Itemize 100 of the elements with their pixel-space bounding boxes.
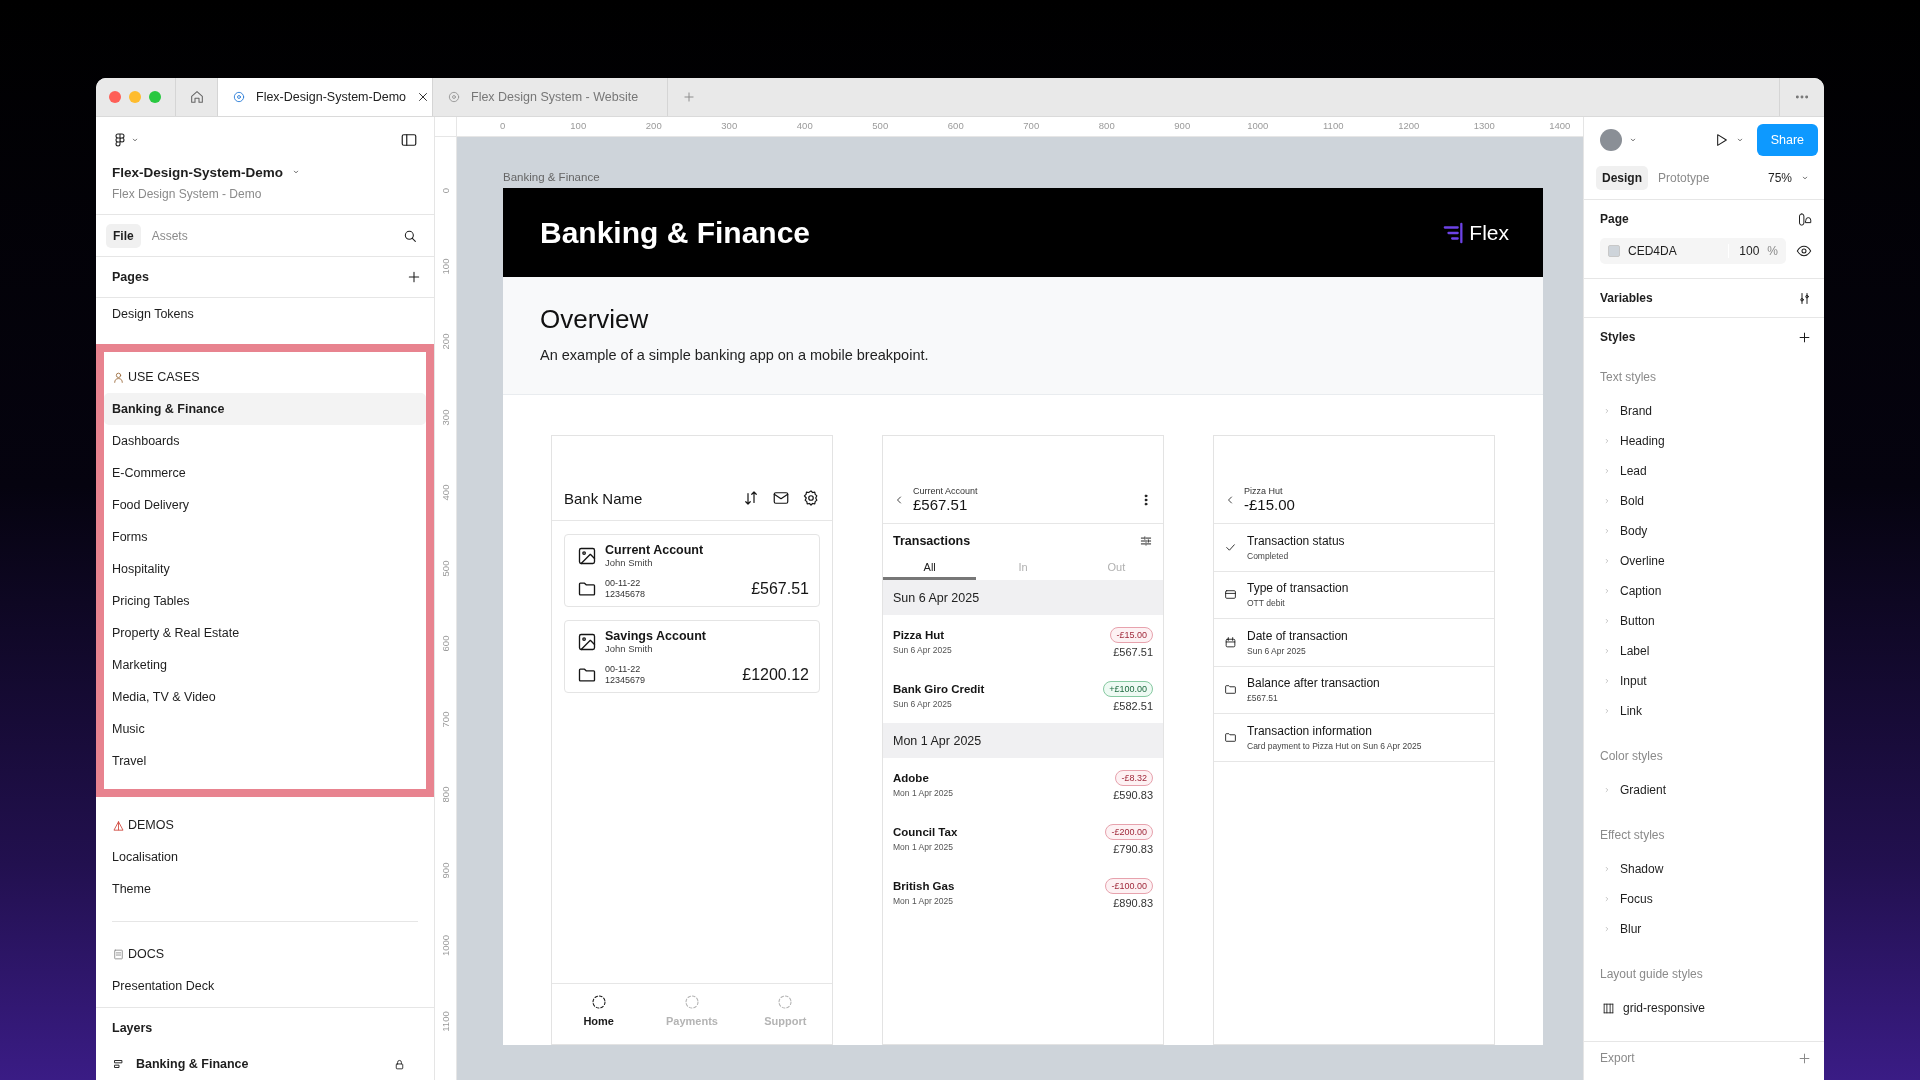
ruler-number: 1000 bbox=[440, 935, 451, 957]
add-style-icon[interactable] bbox=[1797, 329, 1812, 345]
layer-name[interactable]: Banking & Finance bbox=[136, 1057, 383, 1071]
section-heading: DEMOS bbox=[128, 818, 174, 832]
ruler-number: 600 bbox=[946, 119, 965, 133]
style-item[interactable]: Caption bbox=[1600, 576, 1812, 606]
section-title: Styles bbox=[1600, 330, 1636, 344]
ruler-number: 500 bbox=[440, 560, 451, 577]
detail-title: Balance after transaction bbox=[1247, 676, 1380, 691]
transaction-date: Mon 1 Apr 2025 bbox=[893, 788, 953, 798]
style-item[interactable]: Brand bbox=[1600, 396, 1812, 426]
detail-title: Transaction status bbox=[1247, 533, 1345, 548]
ruler-number: 700 bbox=[1022, 119, 1041, 133]
ruler-number: 400 bbox=[440, 484, 451, 501]
detail-title: Type of transaction bbox=[1247, 581, 1349, 596]
overview-title: Overview bbox=[540, 304, 650, 335]
page-item[interactable]: Design Tokens bbox=[104, 298, 426, 330]
style-item[interactable]: Shadow bbox=[1600, 854, 1812, 884]
page-item[interactable]: Media, TV & Video bbox=[104, 681, 426, 713]
account-card[interactable]: Savings Account John Smith 00-11-22 12345679 £1200.12 bbox=[564, 620, 820, 693]
style-item[interactable]: Heading bbox=[1600, 426, 1812, 456]
add-page-icon[interactable] bbox=[406, 269, 422, 285]
avatar[interactable] bbox=[1600, 129, 1622, 151]
browser-tab[interactable]: Flex-Design-System-Demo bbox=[218, 78, 433, 116]
style-item[interactable]: Input bbox=[1600, 666, 1812, 696]
swap-arrows-icon[interactable] bbox=[742, 489, 760, 507]
dashed-circle-icon bbox=[684, 994, 700, 1010]
page-item[interactable]: Travel bbox=[104, 745, 426, 777]
sliders-icon[interactable] bbox=[1797, 290, 1812, 306]
page-item[interactable]: Property & Real Estate bbox=[104, 617, 426, 649]
main-menu-button[interactable] bbox=[112, 132, 140, 148]
inspector-tab[interactable]: Prototype bbox=[1652, 166, 1716, 190]
detail-value: Completed bbox=[1247, 550, 1290, 561]
account-balance: £567.51 bbox=[751, 580, 809, 598]
visibility-icon[interactable] bbox=[1796, 243, 1812, 259]
filter-icon[interactable] bbox=[1139, 533, 1153, 548]
ruler-number: 1000 bbox=[1246, 119, 1270, 133]
style-item[interactable]: grid-responsive bbox=[1600, 993, 1812, 1023]
page-item[interactable]: Dashboards bbox=[104, 425, 426, 457]
page-item[interactable]: Banking & Finance bbox=[104, 393, 426, 425]
detail-value: Card payment to Pizza Hut on Sun 6 Apr 2025 bbox=[1247, 740, 1422, 751]
inspector-tab[interactable]: Design bbox=[1596, 166, 1648, 190]
ruler-number: 400 bbox=[795, 119, 814, 133]
shapes-icon[interactable] bbox=[1797, 211, 1812, 227]
color-field[interactable]: CED4DA 100 % bbox=[1600, 238, 1786, 264]
panel-tab[interactable]: Assets bbox=[144, 223, 195, 248]
person-icon bbox=[112, 370, 125, 384]
page-item[interactable]: Forms bbox=[104, 521, 426, 553]
ruler-number: 1200 bbox=[1397, 119, 1421, 133]
amount-badge: -£15.00 bbox=[1110, 626, 1153, 643]
ruler-number: 600 bbox=[440, 635, 451, 652]
browser-tab[interactable]: Flex Design System - Website bbox=[433, 78, 668, 116]
style-item[interactable]: Link bbox=[1600, 696, 1812, 726]
lock-icon[interactable] bbox=[393, 1057, 406, 1071]
nav-tab[interactable]: Home bbox=[552, 984, 646, 1044]
add-export-icon[interactable] bbox=[1797, 1050, 1812, 1066]
frame-label[interactable]: Banking & Finance bbox=[503, 171, 1583, 183]
frame-icon bbox=[112, 1057, 126, 1071]
ruler-number: 800 bbox=[1097, 119, 1116, 133]
page-item[interactable]: Food Delivery bbox=[104, 489, 426, 521]
home-icon[interactable] bbox=[188, 89, 205, 105]
style-item[interactable]: Body bbox=[1600, 516, 1812, 546]
project-subtitle: Flex Design System - Demo bbox=[112, 186, 263, 203]
zoom-dropdown[interactable]: 75% bbox=[1761, 170, 1816, 186]
style-item[interactable]: Blur bbox=[1600, 914, 1812, 944]
ruler-number: 900 bbox=[440, 862, 451, 879]
sort-code: 00-11-22 bbox=[605, 664, 642, 675]
page-item[interactable]: Theme bbox=[104, 873, 426, 905]
page-item[interactable]: Pricing Tables bbox=[104, 585, 426, 617]
transaction-date: Sun 6 Apr 2025 bbox=[893, 699, 953, 709]
sidebar-toggle-icon[interactable] bbox=[400, 131, 418, 149]
project-name-button[interactable]: Flex-Design-System-Demo bbox=[112, 161, 302, 183]
page-item[interactable]: Presentation Deck bbox=[104, 970, 426, 1002]
style-item[interactable]: Bold bbox=[1600, 486, 1812, 516]
dashed-circle-icon bbox=[590, 994, 607, 1010]
style-item[interactable]: Gradient bbox=[1600, 775, 1812, 805]
mail-icon[interactable] bbox=[772, 489, 790, 507]
page-item[interactable]: Hospitality bbox=[104, 553, 426, 585]
style-item[interactable]: Overline bbox=[1600, 546, 1812, 576]
section-title: Page bbox=[1600, 212, 1629, 226]
section-title: Pages bbox=[112, 270, 149, 284]
payee-name: Pizza Hut bbox=[893, 629, 946, 641]
app-title: Bank Name bbox=[564, 489, 644, 507]
page-item[interactable]: Music bbox=[104, 713, 426, 745]
panel-tab[interactable]: File bbox=[106, 223, 141, 248]
grid-icon bbox=[1602, 1001, 1615, 1015]
account-card[interactable]: Current Account John Smith 00-11-22 12345678 £567.51 bbox=[564, 534, 820, 607]
settings-icon[interactable] bbox=[802, 489, 820, 507]
transaction-date: Mon 1 Apr 2025 bbox=[893, 842, 954, 852]
style-item[interactable]: Label bbox=[1600, 636, 1812, 666]
style-item[interactable]: Focus bbox=[1600, 884, 1812, 914]
page-item[interactable]: Localisation bbox=[104, 841, 426, 873]
style-item[interactable]: Lead bbox=[1600, 456, 1812, 486]
style-item[interactable]: Button bbox=[1600, 606, 1812, 636]
group-title: Text styles bbox=[1600, 370, 1656, 384]
image-icon bbox=[577, 545, 597, 566]
ruler-number: 100 bbox=[569, 119, 588, 133]
running-balance: £890.83 bbox=[1113, 896, 1153, 909]
page-item[interactable]: Marketing bbox=[104, 649, 426, 681]
page-item[interactable]: E-Commerce bbox=[104, 457, 426, 489]
